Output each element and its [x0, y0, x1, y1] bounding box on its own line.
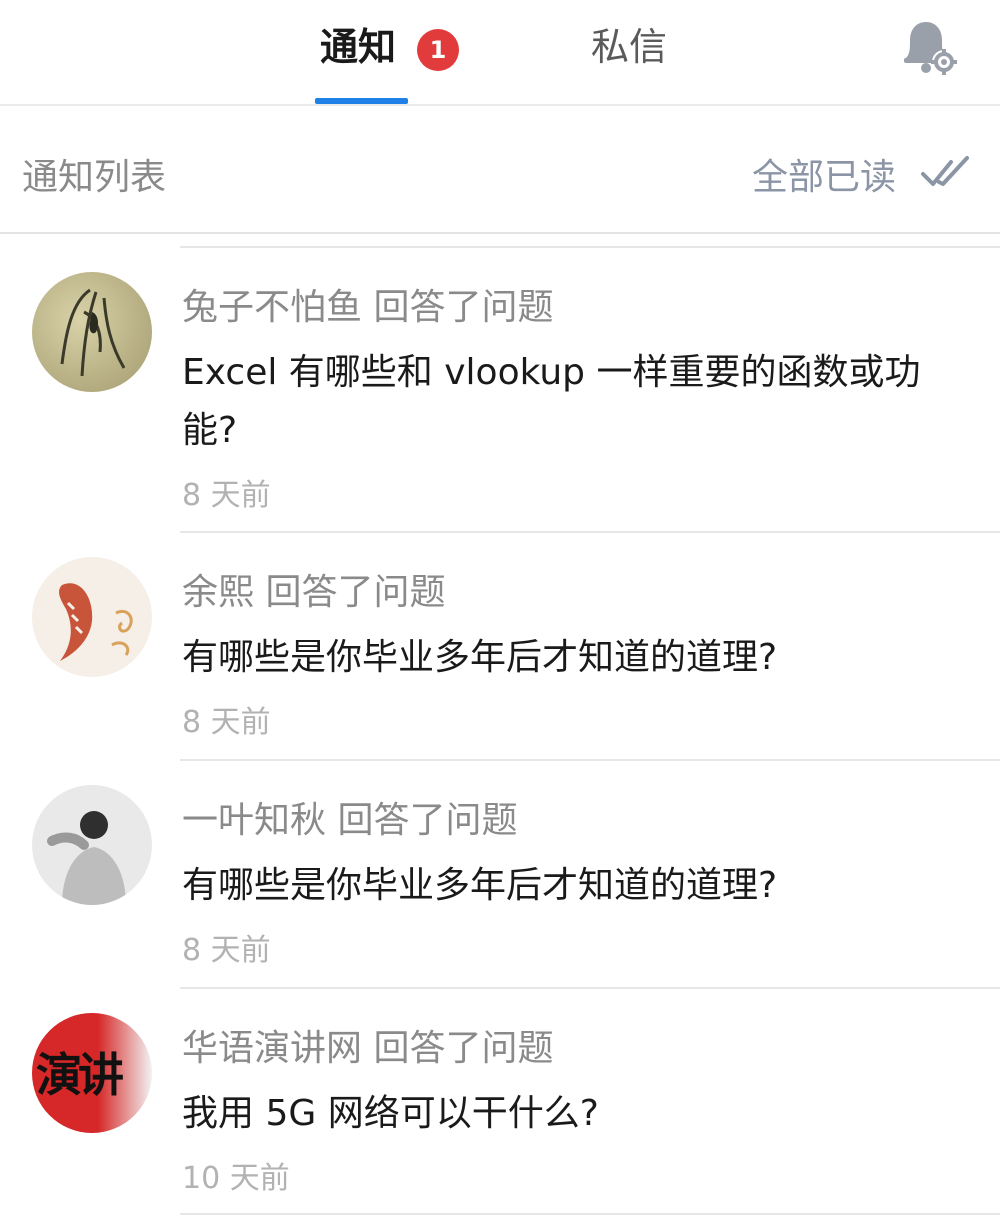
notification-item[interactable]: 一叶知秋 回答了问题 有哪些是你毕业多年后才知道的道理? 8 天前	[0, 761, 1000, 987]
mark-all-read-button[interactable]: 全部已读	[752, 148, 896, 200]
notification-item[interactable]: 兔子不怕鱼 回答了问题 Excel 有哪些和 vlookup 一样重要的函数或功…	[0, 248, 1000, 532]
avatar-logo-text: 演讲	[36, 1048, 124, 1102]
double-check-icon[interactable]	[920, 152, 972, 192]
tab-messages[interactable]: 私信	[591, 22, 667, 72]
top-tab-bar: 通知 1 私信	[0, 0, 1000, 106]
item-title[interactable]: 我用 5G 网络可以干什么?	[182, 1085, 962, 1143]
item-title[interactable]: 有哪些是你毕业多年后才知道的道理?	[182, 857, 962, 915]
tab-notifications[interactable]: 通知	[320, 22, 396, 72]
item-time: 8 天前	[182, 933, 271, 968]
avatar[interactable]	[32, 785, 152, 905]
avatar[interactable]: 演讲	[32, 1013, 152, 1133]
item-actor: 一叶知秋 回答了问题	[182, 800, 518, 841]
item-actor: 兔子不怕鱼 回答了问题	[182, 287, 554, 328]
item-time: 10 天前	[182, 1161, 290, 1196]
notification-item[interactable]: 余熙 回答了问题 有哪些是你毕业多年后才知道的道理? 8 天前	[0, 533, 1000, 759]
active-tab-indicator	[315, 98, 408, 104]
item-time: 8 天前	[182, 478, 271, 513]
notification-item[interactable]: 演讲 华语演讲网 回答了问题 我用 5G 网络可以干什么? 10 天前	[0, 989, 1000, 1215]
item-time: 8 天前	[182, 705, 271, 740]
item-actor: 余熙 回答了问题	[182, 572, 446, 613]
avatar[interactable]	[32, 272, 152, 392]
item-title[interactable]: 有哪些是你毕业多年后才知道的道理?	[182, 629, 962, 687]
item-actor: 华语演讲网 回答了问题	[182, 1028, 554, 1069]
unread-badge: 1	[417, 29, 459, 71]
bell-settings-icon[interactable]	[896, 18, 962, 78]
item-title[interactable]: Excel 有哪些和 vlookup 一样重要的函数或功能?	[182, 344, 962, 460]
avatar[interactable]	[32, 557, 152, 677]
notification-list-title: 通知列表	[22, 157, 167, 198]
